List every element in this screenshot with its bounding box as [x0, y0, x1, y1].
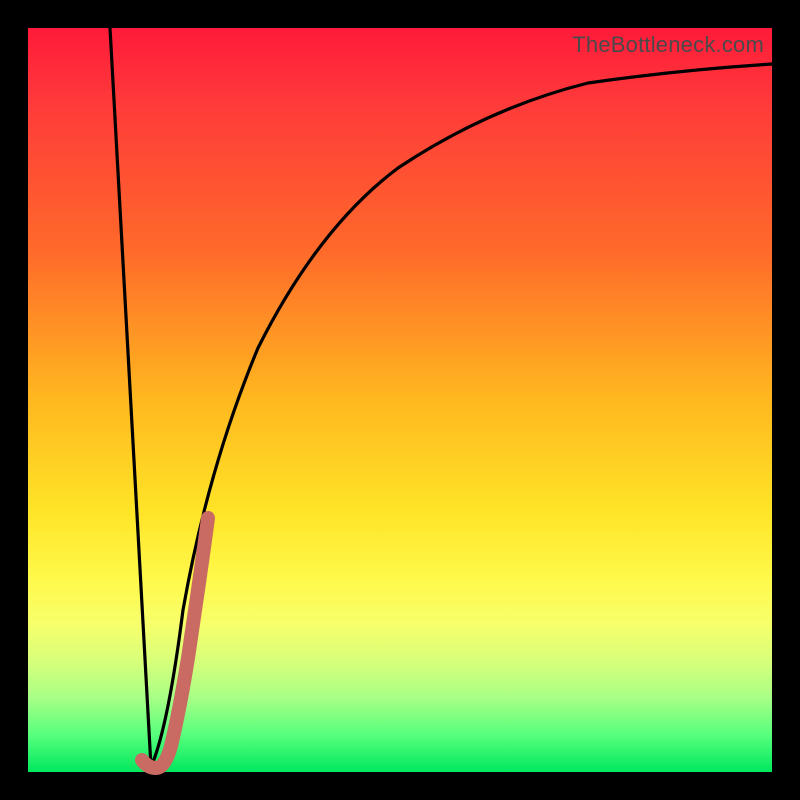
plot-area: TheBottleneck.com [28, 28, 772, 772]
chart-frame: TheBottleneck.com [0, 0, 800, 800]
black-curve [110, 28, 772, 767]
curve-layer [28, 28, 772, 772]
pink-highlight [142, 518, 208, 768]
